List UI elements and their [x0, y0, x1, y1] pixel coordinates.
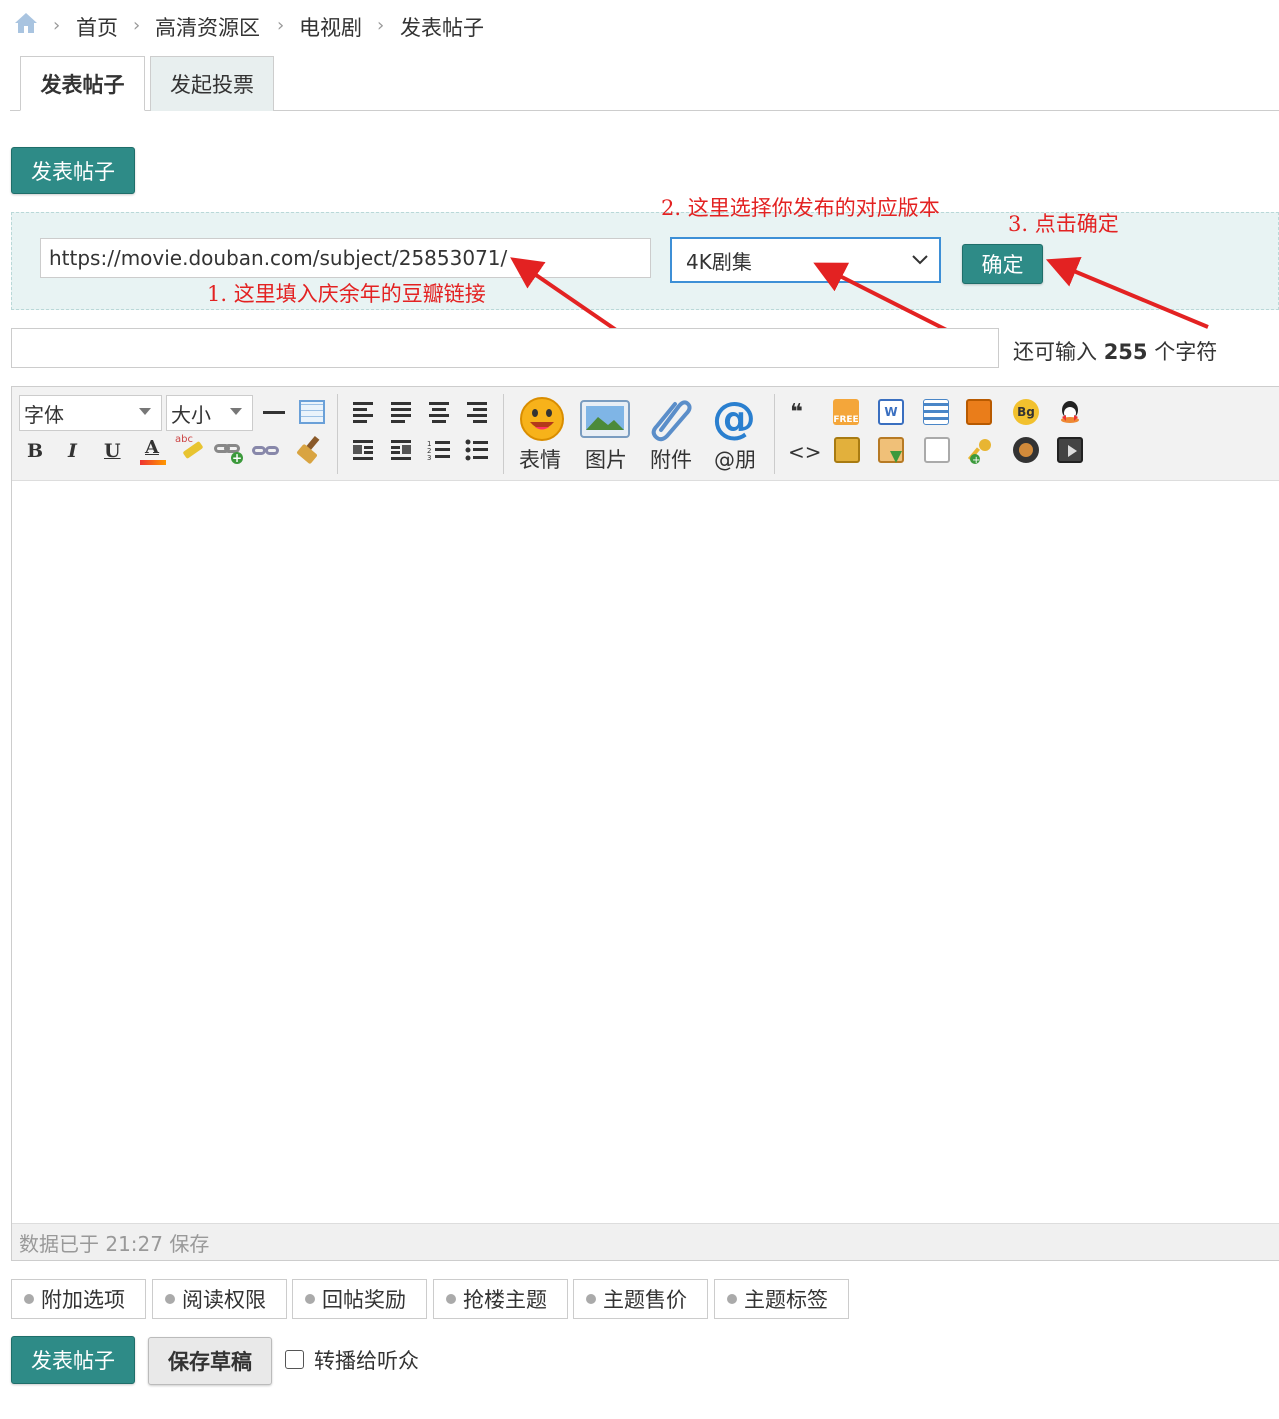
option-price[interactable]: 主题售价 [573, 1279, 708, 1319]
attachment-button-label[interactable]: 附件 [650, 444, 692, 474]
emoji-button-label[interactable]: 表情 [519, 444, 561, 474]
float-right-icon[interactable] [389, 438, 413, 462]
option-tags[interactable]: 主题标签 [714, 1279, 849, 1319]
char-counter-count: 255 [1103, 340, 1148, 364]
unlink-icon[interactable] [252, 440, 280, 464]
qq-icon[interactable] [1057, 399, 1083, 425]
page-break-icon[interactable] [923, 399, 949, 425]
editor-content-area[interactable] [12, 482, 1279, 1222]
hidden-content-icon[interactable] [834, 437, 860, 463]
toolbar-separator [503, 394, 504, 474]
bullet-icon [727, 1294, 737, 1304]
bullet-icon [24, 1294, 34, 1304]
post-thread-button[interactable]: 发表帖子 [11, 1336, 135, 1384]
ordered-list-icon[interactable]: 123 [427, 438, 451, 462]
horizontal-rule-icon[interactable] [263, 411, 285, 414]
align-right-icon[interactable] [465, 400, 489, 424]
audio-icon[interactable] [1013, 437, 1039, 463]
flash-icon[interactable] [966, 399, 992, 425]
word-paste-icon[interactable]: W [878, 399, 904, 425]
float-left-icon[interactable] [351, 438, 375, 462]
option-label: 抢楼主题 [463, 1288, 547, 1312]
free-content-icon[interactable]: FREE [833, 399, 859, 425]
option-label: 附加选项 [41, 1288, 125, 1312]
video-icon[interactable] [1057, 437, 1083, 463]
font-size-label: 大小 [171, 402, 211, 427]
bullet-icon [165, 1294, 175, 1304]
table-icon[interactable] [299, 400, 325, 424]
caret-down-icon [230, 408, 242, 415]
option-label: 阅读权限 [182, 1288, 266, 1312]
char-counter-suffix: 个字符 [1154, 340, 1218, 364]
image-button-label[interactable]: 图片 [585, 444, 627, 474]
code-icon[interactable]: <> [788, 440, 822, 464]
quote-icon[interactable]: ❝ [790, 400, 803, 425]
tab-new-thread[interactable]: 发表帖子 [20, 56, 145, 111]
char-counter-prefix: 还可输入 [1013, 340, 1097, 364]
align-justify-icon[interactable] [389, 400, 413, 424]
toolbar-separator [337, 394, 338, 474]
svg-text:3: 3 [427, 454, 431, 462]
option-reply-reward[interactable]: 回帖奖励 [292, 1279, 427, 1319]
option-label: 主题标签 [744, 1288, 828, 1312]
columns-icon[interactable] [924, 437, 950, 463]
option-read-permission[interactable]: 阅读权限 [152, 1279, 287, 1319]
toolbar-separator [774, 394, 775, 474]
arrow-to-confirm [1045, 256, 1209, 329]
option-label: 主题售价 [603, 1288, 687, 1312]
mention-icon[interactable]: @ [709, 396, 759, 442]
clear-format-icon[interactable] [296, 435, 327, 465]
font-color-icon[interactable]: A [140, 437, 166, 465]
option-label: 回帖奖励 [322, 1288, 406, 1312]
underline-icon[interactable]: U [104, 440, 121, 462]
italic-icon[interactable]: I [68, 440, 77, 462]
broadcast-label[interactable]: 转播给听众 [314, 1345, 419, 1375]
char-counter: 还可输入 255 个字符 [1013, 336, 1217, 366]
highlight-icon[interactable]: abc [175, 434, 205, 464]
title-input[interactable] [11, 328, 999, 368]
attachment-icon[interactable] [645, 396, 695, 442]
mention-button-label[interactable]: @朋 [714, 444, 756, 474]
bold-icon[interactable]: B [27, 440, 43, 462]
bullet-icon [446, 1294, 456, 1304]
password-icon[interactable]: + [967, 437, 994, 466]
save-draft-button[interactable]: 保存草稿 [148, 1337, 272, 1385]
download-image-icon[interactable] [878, 437, 904, 463]
align-center-icon[interactable] [427, 400, 451, 424]
option-extra[interactable]: 附加选项 [11, 1279, 146, 1319]
option-floor-grab[interactable]: 抢楼主题 [433, 1279, 568, 1319]
caret-down-icon [139, 408, 151, 415]
font-family-dropdown[interactable]: 字体 [19, 395, 162, 431]
svg-text:+: + [972, 455, 980, 465]
autosave-status: 数据已于 21:27 保存 [12, 1223, 1279, 1260]
bullet-icon [586, 1294, 596, 1304]
font-family-label: 字体 [24, 402, 64, 427]
background-music-icon[interactable]: Bg [1013, 399, 1039, 425]
emoji-icon[interactable] [517, 396, 567, 442]
bullet-icon [305, 1294, 315, 1304]
unordered-list-icon[interactable] [465, 438, 489, 462]
image-icon[interactable] [580, 396, 630, 442]
insert-link-icon[interactable]: + [214, 440, 244, 464]
font-size-dropdown[interactable]: 大小 [166, 395, 253, 431]
align-left-icon[interactable] [351, 400, 375, 424]
broadcast-checkbox[interactable] [285, 1350, 304, 1369]
